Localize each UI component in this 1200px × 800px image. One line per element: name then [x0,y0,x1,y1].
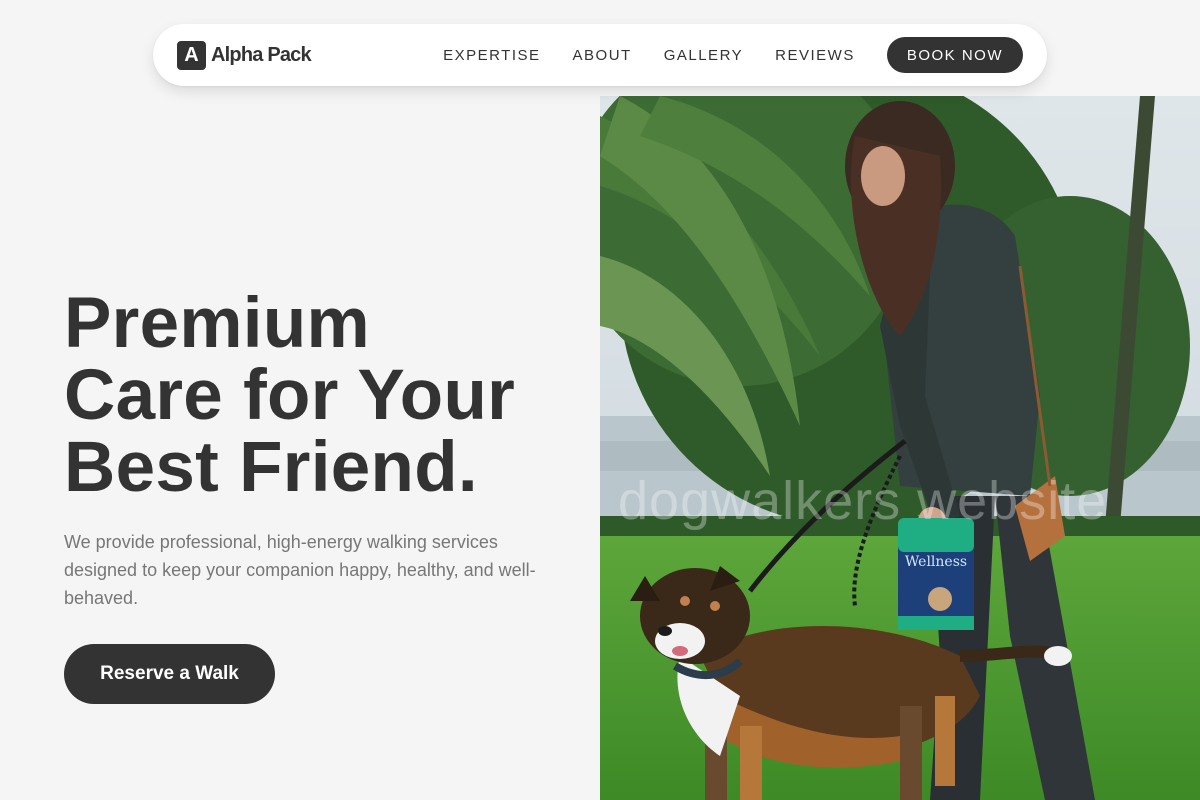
headline-line-1: Premium [64,284,370,363]
image-watermark: dogwalkers website [618,471,1108,531]
nav-links: EXPERTISE ABOUT GALLERY REVIEWS [443,47,855,64]
brand-name: Alpha Pack [211,43,312,66]
hero-image: Wellness [600,96,1200,800]
treat-bag-label: Wellness [905,554,967,570]
brand-logo[interactable]: A Alpha Pack [177,40,312,70]
logo-icon: A [177,40,206,70]
hero-headline: Premium Care for Your Best Friend. [64,288,584,504]
nav-link-about[interactable]: ABOUT [573,47,632,64]
reserve-walk-button[interactable]: Reserve a Walk [64,644,275,704]
hero-subtext: We provide professional, high-energy wal… [64,532,536,608]
book-now-button[interactable]: BOOK NOW [886,37,1023,73]
top-navbar: A Alpha Pack EXPERTISE ABOUT GALLERY REV… [153,24,1047,86]
nav-link-reviews[interactable]: REVIEWS [775,47,855,64]
headline-line-3: Best Friend. [64,428,478,507]
hero-photo-illustration: Wellness [600,96,1200,800]
nav-link-gallery[interactable]: GALLERY [664,47,743,64]
nav-link-expertise[interactable]: EXPERTISE [443,47,540,64]
headline-line-2: Care for Your [64,356,516,435]
